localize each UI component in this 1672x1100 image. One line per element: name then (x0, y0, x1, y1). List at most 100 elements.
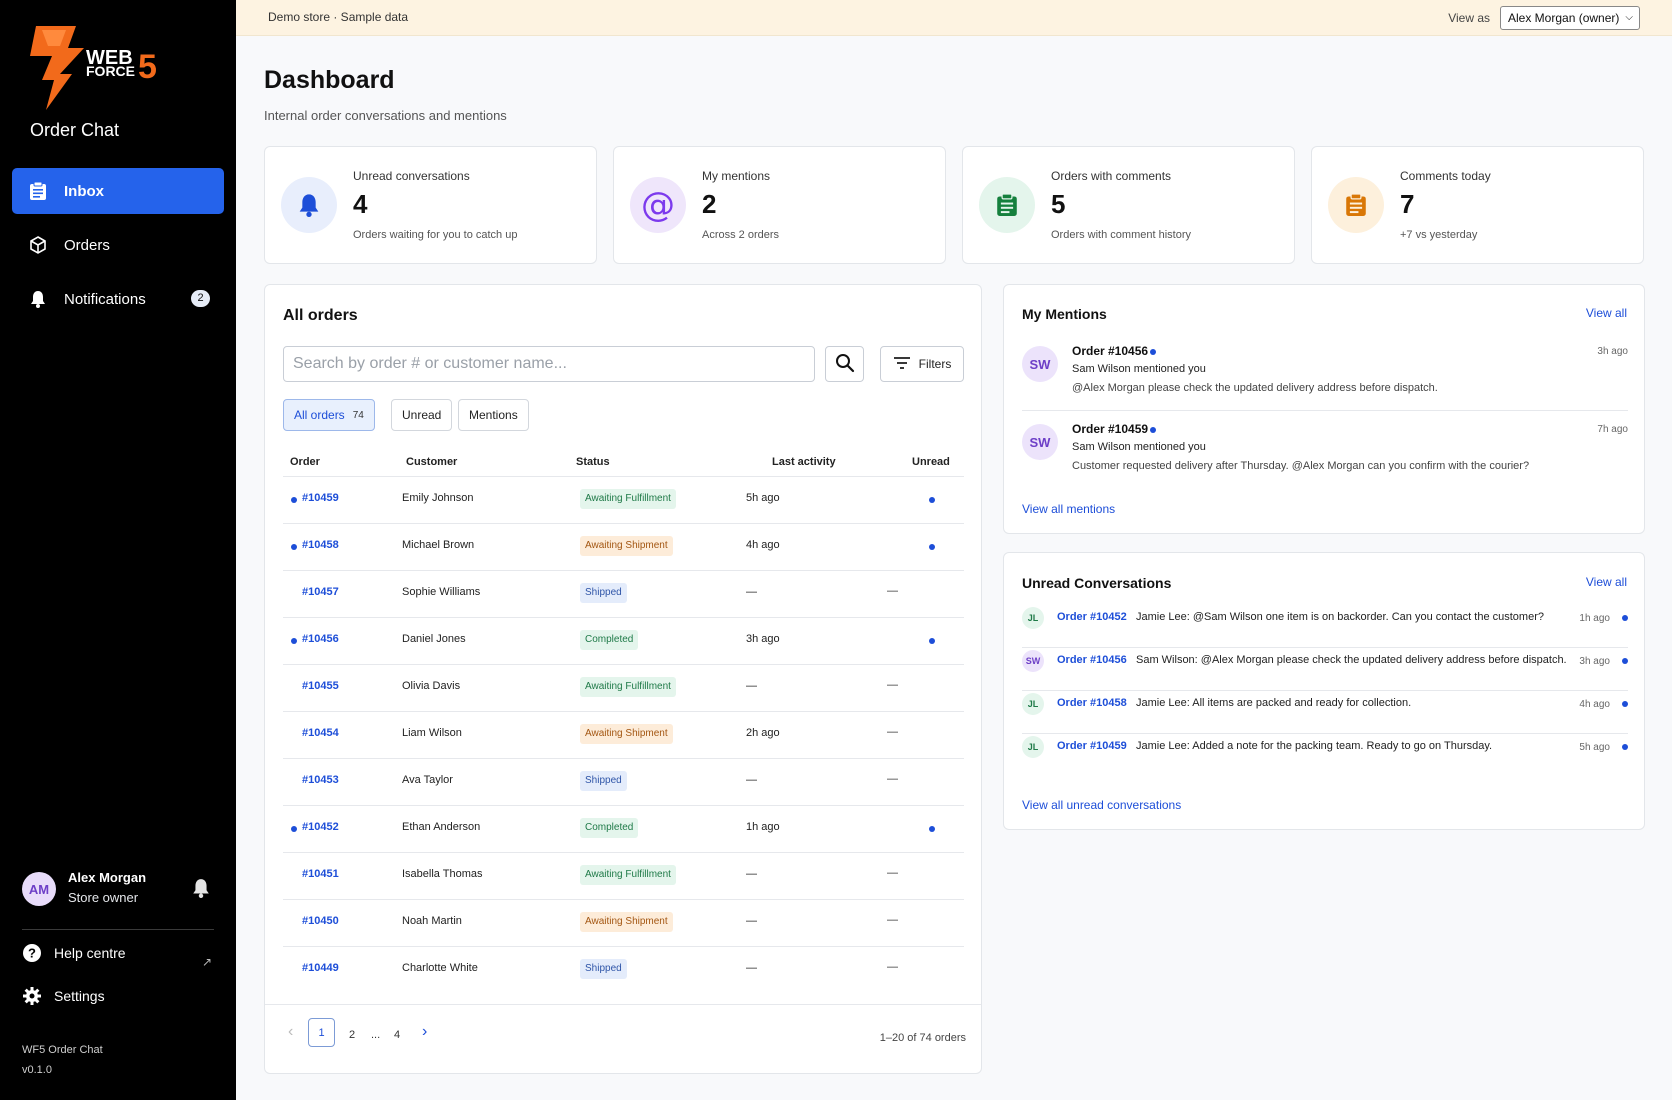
table-row[interactable]: #10454 Liam Wilson Awaiting Shipment 2h ago… (283, 711, 964, 758)
order-link[interactable]: #10459 (302, 492, 339, 504)
conversation-order-link[interactable]: Order #10458 (1057, 697, 1127, 709)
order-link[interactable]: #10453 (302, 774, 339, 786)
conversation-preview: Jamie Lee: All items are packed and read… (1136, 697, 1412, 709)
unread-indicator (929, 544, 935, 550)
table-row[interactable]: #10457 Sophie Williams Shipped — — (283, 570, 964, 617)
column-header[interactable]: Status (576, 456, 610, 468)
stat-card-orders-with-comments[interactable]: Orders with comments 5 Orders with comme… (962, 146, 1295, 264)
conversation-order-link[interactable]: Order #10452 (1057, 611, 1127, 623)
tab-unread[interactable]: Unread (391, 399, 453, 431)
tab-mentions[interactable]: Mentions (458, 399, 529, 431)
table-row[interactable]: #10449 Charlotte White Shipped — — (283, 946, 964, 993)
mention-item[interactable]: SW Order #10456 Sam Wilson mentioned you… (1022, 344, 1628, 404)
conversation-preview: Sam Wilson: @Alex Morgan please check th… (1136, 654, 1567, 666)
avatar: SW (1022, 650, 1044, 672)
unread-dot (1150, 427, 1156, 433)
order-link[interactable]: #10456 (302, 633, 339, 645)
tab-all-orders[interactable]: All orders 74 (283, 399, 375, 431)
logo-number: 5 (138, 48, 157, 86)
order-link[interactable]: #10449 (302, 962, 339, 974)
search-icon (835, 353, 855, 376)
view-as-select[interactable]: Alex Morgan (owner) ⌵ (1500, 6, 1640, 30)
mentions-view-all-link[interactable]: View all (1586, 306, 1627, 320)
conversation-item[interactable]: JL Order #10459 Jamie Lee: Added a note fo… (1022, 723, 1628, 769)
page-button-current[interactable]: 1 (308, 1018, 335, 1047)
unread-dot (1622, 615, 1628, 621)
last-activity: 2h ago (746, 727, 780, 739)
page-title: Dashboard (264, 66, 395, 94)
stat-card-unread[interactable]: Unread conversations 4 Orders waiting fo… (264, 146, 597, 264)
page-button[interactable]: 2 (349, 1029, 355, 1041)
pagination-divider (265, 1004, 981, 1005)
order-link[interactable]: #10458 (302, 539, 339, 551)
table-row[interactable]: #10459 Emily Johnson Awaiting Fulfillment 5… (283, 476, 964, 523)
page-button[interactable]: 4 (394, 1029, 400, 1041)
filters-button[interactable]: Filters (880, 346, 964, 382)
table-row[interactable]: #10458 Michael Brown Awaiting Shipment 4h a… (283, 523, 964, 570)
unread-empty: — (887, 961, 898, 973)
conversation-item[interactable]: SW Order #10456 Sam Wilson: @Alex Morgan p… (1022, 637, 1628, 683)
bell-icon[interactable] (192, 878, 210, 901)
bell-icon (28, 289, 48, 309)
table-row[interactable]: #10455 Olivia Davis Awaiting Fulfillment — — (283, 664, 964, 711)
order-link[interactable]: #10457 (302, 586, 339, 598)
last-activity: — (746, 962, 757, 974)
nav-notifications[interactable]: Notifications 2 (12, 276, 224, 322)
mention-item[interactable]: SW Order #10459 Sam Wilson mentioned you… (1022, 422, 1628, 482)
column-header[interactable]: Last activity (772, 456, 836, 468)
table-row[interactable]: #10453 Ava Taylor Shipped — — (283, 758, 964, 805)
mention-time: 7h ago (1597, 424, 1628, 435)
prev-page-button[interactable]: ‹ (288, 1023, 293, 1041)
column-header[interactable]: Unread (912, 456, 950, 468)
conversation-item[interactable]: JL Order #10452 Jamie Lee: @Sam Wilson one… (1022, 594, 1628, 640)
next-page-button[interactable]: › (422, 1023, 427, 1041)
nav-orders[interactable]: Orders (12, 222, 224, 268)
svg-text:?: ? (28, 946, 36, 961)
user-profile[interactable]: AM Alex Morgan Store owner (22, 870, 218, 912)
stat-card-comments-today[interactable]: Comments today 7 +7 vs yesterday (1311, 146, 1644, 264)
order-link[interactable]: #10452 (302, 821, 339, 833)
unread-dot (291, 544, 297, 550)
page-subtitle: Internal order conversations and mention… (264, 108, 507, 123)
stat-label: Unread conversations (353, 169, 470, 183)
last-activity: — (746, 868, 757, 880)
stat-label: Comments today (1400, 169, 1491, 183)
conversation-order-link[interactable]: Order #10459 (1057, 740, 1127, 752)
nav-inbox[interactable]: Inbox (12, 168, 224, 214)
unread-indicator (929, 638, 935, 644)
mentions-card: My Mentions View all SW Order #10456 Sam… (1003, 284, 1645, 534)
tab-count: 74 (352, 409, 364, 421)
order-link[interactable]: #10450 (302, 915, 339, 927)
conversation-order-link[interactable]: Order #10456 (1057, 654, 1127, 666)
order-link[interactable]: #10451 (302, 868, 339, 880)
clipboard-icon (1328, 177, 1384, 233)
table-row[interactable]: #10456 Daniel Jones Completed 3h ago (283, 617, 964, 664)
brand-logo: WEB FORCE 5 (28, 26, 173, 110)
customer-name: Daniel Jones (402, 633, 466, 645)
unread-empty: — (887, 773, 898, 785)
column-header[interactable]: Customer (406, 456, 457, 468)
table-row[interactable]: #10452 Ethan Anderson Completed 1h ago (283, 805, 964, 852)
table-row[interactable]: #10450 Noah Martin Awaiting Shipment — — (283, 899, 964, 946)
order-link[interactable]: #10454 (302, 727, 339, 739)
search-input[interactable] (283, 346, 815, 382)
table-row[interactable]: #10451 Isabella Thomas Awaiting Fulfillmen… (283, 852, 964, 899)
order-link[interactable]: #10455 (302, 680, 339, 692)
conversation-item[interactable]: JL Order #10458 Jamie Lee: All items are p… (1022, 680, 1628, 726)
column-header[interactable]: Order (290, 456, 320, 468)
unread-dot (291, 826, 297, 832)
settings-link[interactable]: Settings (22, 986, 105, 1006)
mention-order: Order #10459 (1072, 422, 1149, 436)
search-button[interactable] (825, 346, 864, 382)
unread-view-all-link[interactable]: View all (1586, 575, 1627, 589)
status-badge: Awaiting Shipment (580, 912, 673, 932)
user-name: Alex Morgan (68, 870, 147, 885)
view-all-unread-link[interactable]: View all unread conversations (1022, 798, 1181, 812)
view-all-mentions-link[interactable]: View all mentions (1022, 502, 1115, 516)
customer-name: Isabella Thomas (402, 868, 483, 880)
unread-empty: — (887, 726, 898, 738)
unread-conversations-card: Unread Conversations View all JL Order #1… (1003, 552, 1645, 830)
last-activity: 4h ago (746, 539, 780, 551)
stat-card-mentions[interactable]: @ My mentions 2 Across 2 orders (613, 146, 946, 264)
help-centre-link[interactable]: ? Help centre (22, 943, 126, 963)
